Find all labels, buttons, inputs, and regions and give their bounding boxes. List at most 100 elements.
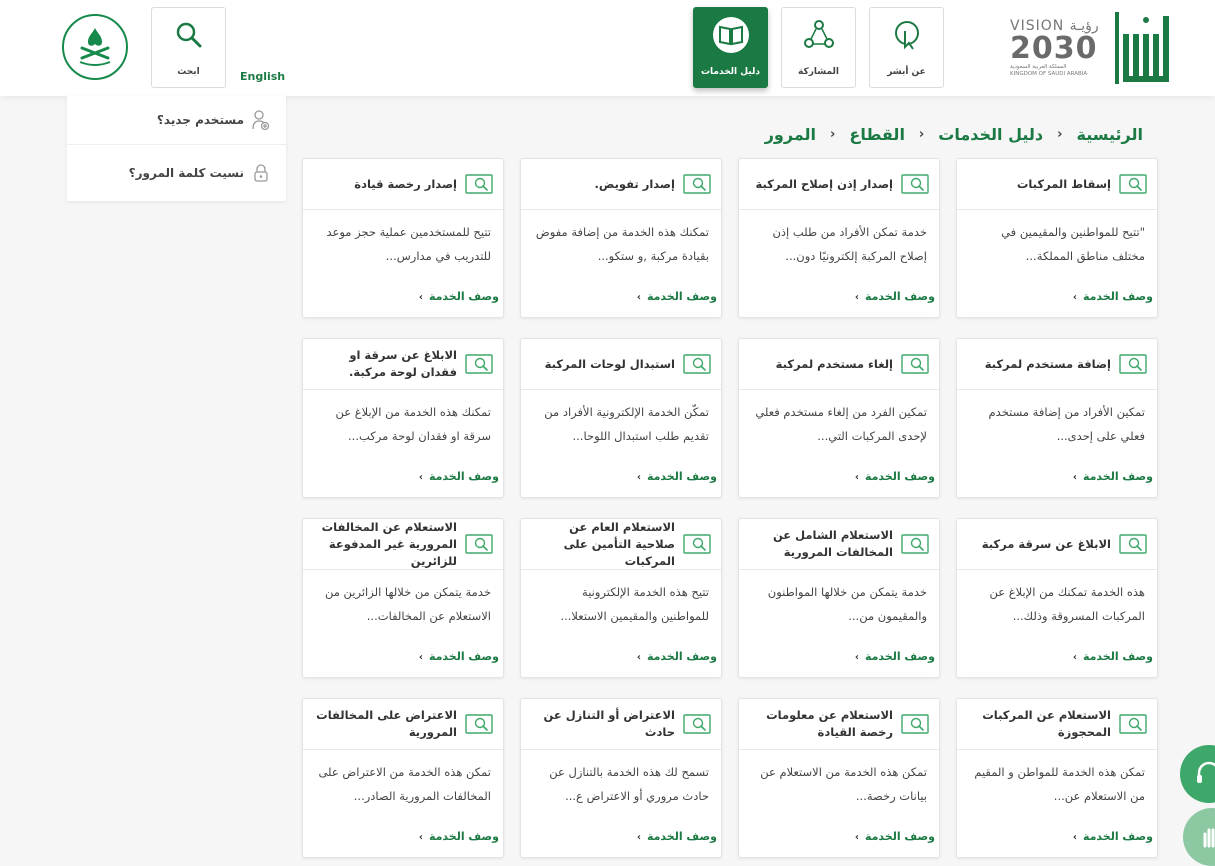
chevron-left-icon: › — [830, 126, 836, 142]
service-description-link[interactable]: وصف الخدمة › — [855, 650, 935, 663]
service-title: إصدار تفويض. — [594, 176, 675, 191]
service-card[interactable]: الابلاغ عن سرقة مركبة هذه الخدمة تمكنك من… — [956, 518, 1158, 678]
accessibility-button[interactable] — [1183, 808, 1215, 866]
service-card[interactable]: الاعتراض أو التنازل عن حادث تسمح لك هذه ا… — [520, 698, 722, 858]
forgot-password-label: نسيت كلمة المرور؟ — [128, 166, 244, 180]
chevron-left-icon: › — [636, 652, 641, 663]
service-card-header: الاستعلام العام عن صلاحية التأمين على ال… — [521, 519, 721, 570]
chevron-left-icon: › — [1072, 472, 1077, 483]
service-card[interactable]: إصدار رخصة قيادة تتيح للمستخدمين عملية حج… — [302, 158, 504, 318]
service-link-label: وصف الخدمة — [864, 830, 935, 843]
service-description-link[interactable]: وصف الخدمة › — [637, 830, 717, 843]
service-description: خدمة يتمكن من خلالها المواطنون والمقيمون… — [767, 585, 927, 623]
breadcrumb-sector[interactable]: القطاع — [849, 125, 905, 144]
service-card[interactable]: إصدار تفويض. تمكنك هذه الخدمة من إضافة مف… — [520, 158, 722, 318]
service-description-link[interactable]: وصف الخدمة › — [855, 290, 935, 303]
breadcrumb-traffic: المرور — [764, 124, 817, 144]
service-card[interactable]: الاستعلام العام عن صلاحية التأمين على ال… — [520, 518, 722, 678]
top-header: ابحث English دليل الخدمات المشاركة عن أب… — [0, 0, 1215, 96]
vision-2030-logo: VISION رؤيـة 2030 المملكة العربية السعود… — [1010, 18, 1110, 88]
service-card-header: الابلاغ عن سرقة او فقدان لوحة مركبة. — [303, 339, 503, 390]
hand-icon — [1203, 828, 1215, 848]
service-description-link[interactable]: وصف الخدمة › — [419, 830, 499, 843]
service-description-link[interactable]: وصف الخدمة › — [855, 830, 935, 843]
service-description: تمكّن الخدمة الإلكترونية الأفراد من تقدي… — [544, 405, 709, 443]
nav-about-absher[interactable]: عن أبشر — [869, 7, 944, 88]
service-title: الاستعلام العام عن صلاحية التأمين على ال… — [563, 519, 675, 568]
nav-participation[interactable]: المشاركة — [781, 7, 856, 88]
service-card-header: الاستعلام عن المركبات المحجوزة — [957, 699, 1157, 750]
chevron-left-icon: › — [636, 292, 641, 303]
chevron-left-icon: › — [636, 832, 641, 843]
service-card[interactable]: الاعتراض على المخالفات المرورية تمكن هذه … — [302, 698, 504, 858]
service-description-link[interactable]: وصف الخدمة › — [1073, 470, 1153, 483]
service-card-header: الابلاغ عن سرقة مركبة — [957, 519, 1157, 570]
service-card[interactable]: الاستعلام الشامل عن المخالفات المرورية خد… — [738, 518, 940, 678]
service-card[interactable]: الاستعلام عن المخالفات المرورية غير المد… — [302, 518, 504, 678]
service-link-label: وصف الخدمة — [864, 290, 935, 303]
service-description-link[interactable]: وصف الخدمة › — [1073, 830, 1153, 843]
english-language-link[interactable]: English — [240, 70, 285, 83]
service-description-link[interactable]: وصف الخدمة › — [419, 290, 499, 303]
forgot-password-link[interactable]: نسيت كلمة المرور؟ — [67, 144, 286, 201]
vision-year: 2030 — [1010, 31, 1098, 66]
service-card[interactable]: إصدار إذن إصلاح المركبة خدمة تمكن الأفراد… — [738, 158, 940, 318]
service-card-header: الاستعلام عن معلومات رخصة القيادة — [739, 699, 939, 750]
new-user-link[interactable]: مستخدم جديد؟ — [67, 96, 286, 144]
service-description: تمكن هذه الخدمة من الاستعلام عن بيانات ر… — [760, 765, 927, 803]
share-icon — [801, 17, 837, 53]
service-description-link[interactable]: وصف الخدمة › — [637, 290, 717, 303]
service-card[interactable]: إسقاط المركبات "تتيح للمواطنين والمقيمين … — [956, 158, 1158, 318]
service-search-icon — [901, 174, 929, 194]
service-description-link[interactable]: وصف الخدمة › — [419, 470, 499, 483]
service-description-link[interactable]: وصف الخدمة › — [1073, 650, 1153, 663]
service-card[interactable]: إلغاء مستخدم لمركبة تمكين الفرد من إلغاء … — [738, 338, 940, 498]
service-description: تمكنك هذه الخدمة من إضافة مفوض بقيادة مر… — [535, 225, 709, 263]
service-card[interactable]: الابلاغ عن سرقة او فقدان لوحة مركبة. تمكن… — [302, 338, 504, 498]
headset-icon — [1197, 761, 1215, 783]
service-card[interactable]: استبدال لوحات المركبة تمكّن الخدمة الإلكت… — [520, 338, 722, 498]
service-description-link[interactable]: وصف الخدمة › — [419, 650, 499, 663]
nav-services-guide[interactable]: دليل الخدمات — [693, 7, 768, 88]
service-card-header: إصدار إذن إصلاح المركبة — [739, 159, 939, 210]
chevron-left-icon: › — [418, 652, 423, 663]
chevron-left-icon: › — [1072, 652, 1077, 663]
service-card[interactable]: إضافة مستخدم لمركبة تمكين الأفراد من إضاف… — [956, 338, 1158, 498]
service-card-header: استبدال لوحات المركبة — [521, 339, 721, 390]
search-label: ابحث — [177, 67, 200, 77]
service-link-label: وصف الخدمة — [646, 290, 717, 303]
service-description: تتيح هذه الخدمة الإلكترونية للمواطنين وا… — [560, 585, 709, 623]
service-link-label: وصف الخدمة — [1082, 650, 1153, 663]
nav-label: عن أبشر — [887, 67, 926, 77]
chat-support-button[interactable] — [1180, 745, 1215, 803]
service-link-label: وصف الخدمة — [646, 470, 717, 483]
service-description-link[interactable]: وصف الخدمة › — [637, 650, 717, 663]
service-link-label: وصف الخدمة — [646, 830, 717, 843]
breadcrumb-home[interactable]: الرئيسية — [1077, 125, 1144, 144]
service-title: إصدار إذن إصلاح المركبة — [755, 176, 893, 191]
service-description: هذه الخدمة تمكنك من الإبلاغ عن المركبات … — [989, 585, 1145, 623]
service-description-link[interactable]: وصف الخدمة › — [855, 470, 935, 483]
service-search-icon — [683, 354, 711, 374]
service-description: خدمة يتمكن من خلالها الزائرين من الاستعل… — [324, 585, 491, 623]
absher-logo — [1113, 8, 1171, 88]
service-card-header: إلغاء مستخدم لمركبة — [739, 339, 939, 390]
search-button[interactable]: ابحث — [151, 7, 226, 88]
service-card[interactable]: الاستعلام عن المركبات المحجوزة تمكن هذه ا… — [956, 698, 1158, 858]
service-link-label: وصف الخدمة — [1082, 470, 1153, 483]
vision-sub-en: KINGDOM OF SAUDI ARABIA — [1010, 71, 1088, 77]
service-description: تمكنك هذه الخدمة من الإبلاغ عن سرقة او ف… — [335, 405, 491, 443]
chevron-left-icon: › — [1072, 832, 1077, 843]
service-description-link[interactable]: وصف الخدمة › — [637, 470, 717, 483]
service-link-label: وصف الخدمة — [1082, 830, 1153, 843]
service-description-link[interactable]: وصف الخدمة › — [1073, 290, 1153, 303]
chevron-left-icon: › — [854, 292, 859, 303]
service-card[interactable]: الاستعلام عن معلومات رخصة القيادة تمكن هذ… — [738, 698, 940, 858]
service-card-header: إسقاط المركبات — [957, 159, 1157, 210]
breadcrumb-services-guide[interactable]: دليل الخدمات — [938, 125, 1043, 144]
chevron-left-icon: › — [636, 472, 641, 483]
service-description: تسمح لك هذه الخدمة بالتنازل عن حادث مرور… — [549, 765, 709, 803]
service-search-icon — [1119, 714, 1147, 734]
service-title: الابلاغ عن سرقة او فقدان لوحة مركبة. — [348, 348, 457, 379]
service-description: تمكين الفرد من إلغاء مستخدم فعلي لإحدى ا… — [755, 405, 927, 443]
